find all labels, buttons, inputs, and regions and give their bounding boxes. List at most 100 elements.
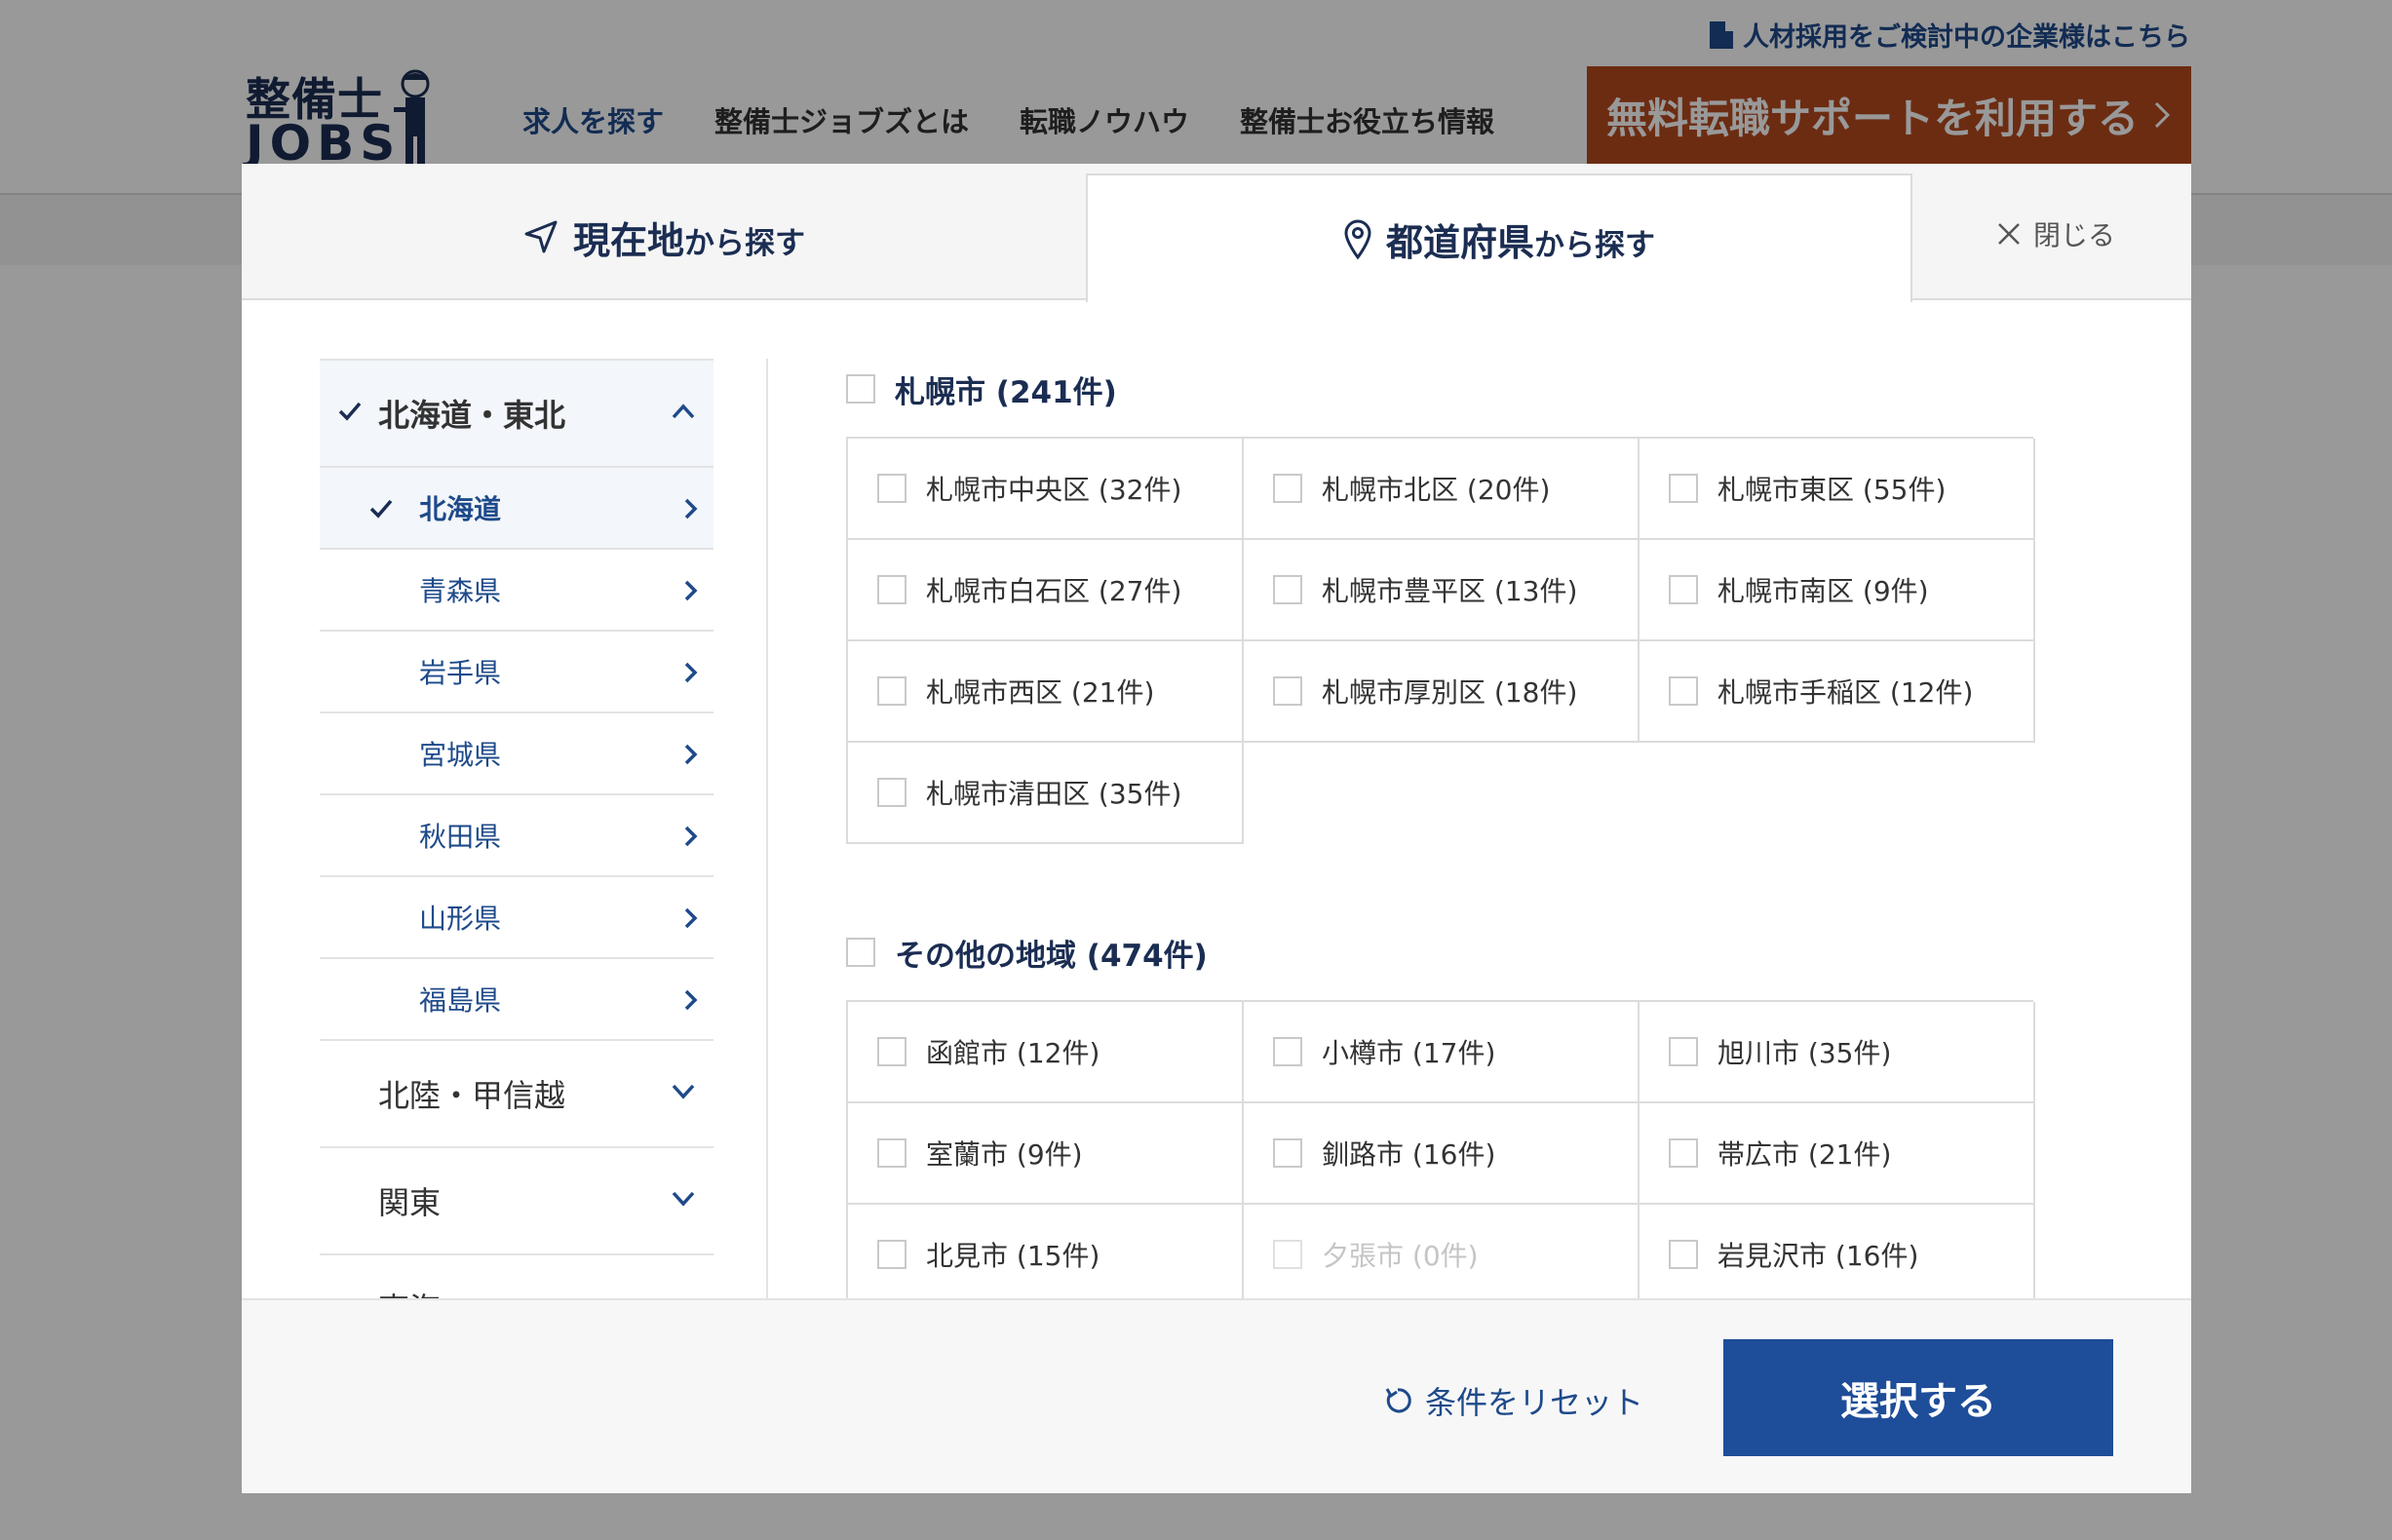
area-label: 札幌市白石区 (27件) — [926, 575, 1182, 607]
area-label: 室蘭市 (9件) — [926, 1138, 1083, 1171]
prefecture-label: 福島県 — [419, 984, 502, 1017]
prefecture-item-iwate[interactable]: 岩手県 — [320, 630, 714, 712]
select-submit-button[interactable]: 選択する — [1723, 1339, 2113, 1456]
area-label: 小樽市 (17件) — [1322, 1037, 1496, 1069]
area-checkbox[interactable] — [1669, 1138, 1698, 1168]
area-label: 札幌市手稲区 (12件) — [1717, 676, 1974, 709]
area-label: 北見市 (15件) — [926, 1240, 1100, 1272]
group-title: その他の地域 (474件) — [895, 938, 1208, 974]
area-checkbox[interactable] — [1669, 676, 1698, 706]
tab-prefecture[interactable]: 都道府県から探す — [1086, 173, 1912, 302]
empty-cell — [1640, 741, 2035, 842]
prefecture-label: 秋田県 — [419, 821, 502, 853]
group-title: 札幌市 (241件) — [895, 374, 1117, 410]
chevron-up-icon — [672, 404, 695, 419]
area-label: 旭川市 (35件) — [1717, 1037, 1892, 1069]
area-checkbox[interactable] — [877, 1240, 907, 1269]
prefecture-label: 岩手県 — [419, 657, 502, 689]
area-option[interactable]: 札幌市豊平区 (13件) — [1244, 540, 1640, 641]
area-checkbox[interactable] — [877, 575, 907, 604]
group-checkbox[interactable] — [846, 938, 875, 967]
area-checkbox[interactable] — [1669, 575, 1698, 604]
area-label: 札幌市中央区 (32件) — [926, 474, 1182, 506]
chevron-right-icon — [684, 580, 698, 601]
area-checkbox[interactable] — [1669, 474, 1698, 503]
other-area-grid: 函館市 (12件) 小樽市 (17件) 旭川市 (35件) 室蘭市 (9件) 釧… — [846, 1000, 2035, 1298]
check-icon — [369, 499, 393, 519]
area-option[interactable]: 札幌市南区 (9件) — [1640, 540, 2035, 641]
close-button[interactable]: 閉じる — [1996, 214, 2115, 253]
prefecture-item-hokkaido[interactable]: 北海道 — [320, 466, 714, 548]
area-label: 札幌市厚別区 (18件) — [1322, 676, 1578, 709]
column-divider — [766, 359, 768, 1298]
area-option[interactable]: 室蘭市 (9件) — [848, 1103, 1244, 1205]
navigation-arrow-icon — [524, 220, 558, 253]
area-checkbox[interactable] — [1273, 474, 1302, 503]
modal-footer: 条件をリセット 選択する — [242, 1298, 2191, 1493]
region-label: 関東 — [378, 1184, 442, 1221]
area-checkbox[interactable] — [1273, 1037, 1302, 1066]
area-checkbox[interactable] — [877, 1138, 907, 1168]
tab-pref-suffix: から探す — [1534, 227, 1655, 263]
area-option[interactable]: 札幌市西区 (21件) — [848, 641, 1244, 743]
prefecture-item-miyagi[interactable]: 宮城県 — [320, 712, 714, 793]
area-label: 札幌市豊平区 (13件) — [1322, 575, 1578, 607]
prefecture-item-fukushima[interactable]: 福島県 — [320, 957, 714, 1039]
group-sapporo-header[interactable]: 札幌市 (241件) — [846, 359, 2133, 419]
group-checkbox[interactable] — [846, 374, 875, 404]
region-label: 東海 — [378, 1285, 441, 1298]
tab-current-location[interactable]: 現在地から探す — [242, 173, 1086, 300]
area-checkbox[interactable] — [877, 778, 907, 807]
area-checkbox[interactable] — [1273, 1138, 1302, 1168]
area-option[interactable]: 札幌市清田区 (35件) — [848, 743, 1244, 844]
area-select-modal: 現在地から探す 都道府県から探す 閉じる 北海道・東北 北海道 青森県 岩手県 — [242, 164, 2191, 1493]
area-option[interactable]: 札幌市北区 (20件) — [1244, 439, 1640, 540]
area-option[interactable]: 釧路市 (16件) — [1244, 1103, 1640, 1205]
chevron-right-icon — [684, 662, 698, 683]
area-label: 函館市 (12件) — [926, 1037, 1100, 1069]
area-label: 札幌市南区 (9件) — [1717, 575, 1929, 607]
area-checkbox[interactable] — [1273, 575, 1302, 604]
area-option[interactable]: 函館市 (12件) — [848, 1002, 1244, 1103]
area-checkbox[interactable] — [877, 1037, 907, 1066]
region-tokai[interactable]: 東海 — [320, 1253, 714, 1298]
area-option[interactable]: 帯広市 (21件) — [1640, 1103, 2035, 1205]
area-option[interactable]: 北見市 (15件) — [848, 1205, 1244, 1298]
area-checkbox[interactable] — [1669, 1240, 1698, 1269]
area-label: 夕張市 (0件) — [1322, 1240, 1479, 1272]
area-checkbox[interactable] — [877, 474, 907, 503]
area-option[interactable]: 札幌市白石区 (27件) — [848, 540, 1244, 641]
prefecture-label: 宮城県 — [419, 739, 502, 771]
area-option[interactable]: 旭川市 (35件) — [1640, 1002, 2035, 1103]
prefecture-item-akita[interactable]: 秋田県 — [320, 793, 714, 875]
chevron-right-icon — [684, 744, 698, 765]
area-option[interactable]: 小樽市 (17件) — [1244, 1002, 1640, 1103]
area-checkbox[interactable] — [877, 676, 907, 706]
area-label: 札幌市北区 (20件) — [1322, 474, 1551, 506]
area-checkbox[interactable] — [1273, 676, 1302, 706]
area-option-disabled: 夕張市 (0件) — [1244, 1205, 1640, 1298]
prefecture-item-aomori[interactable]: 青森県 — [320, 548, 714, 630]
region-kanto[interactable]: 関東 — [320, 1146, 714, 1253]
area-option[interactable]: 札幌市厚別区 (18件) — [1244, 641, 1640, 743]
reset-label: 条件をリセット — [1425, 1384, 1644, 1421]
area-checkbox[interactable] — [1669, 1037, 1698, 1066]
region-list: 北海道・東北 北海道 青森県 岩手県 宮城県 秋田県 山形県 福島県 北陸・甲信… — [320, 359, 714, 1298]
prefecture-label: 北海道 — [419, 493, 502, 525]
tab-current-suffix: から探す — [684, 225, 805, 261]
group-other-header[interactable]: その他の地域 (474件) — [846, 922, 2133, 982]
region-hokuriku-koshinetsu[interactable]: 北陸・甲信越 — [320, 1039, 714, 1146]
reset-icon — [1385, 1388, 1411, 1413]
region-hokkaido-tohoku[interactable]: 北海道・東北 — [320, 359, 714, 466]
area-label: 帯広市 (21件) — [1717, 1138, 1892, 1171]
area-option[interactable]: 岩見沢市 (16件) — [1640, 1205, 2035, 1298]
prefecture-item-yamagata[interactable]: 山形県 — [320, 875, 714, 957]
area-option[interactable]: 札幌市東区 (55件) — [1640, 439, 2035, 540]
reset-button[interactable]: 条件をリセット — [1382, 1378, 1643, 1423]
check-icon — [338, 402, 362, 421]
chevron-down-icon — [672, 1084, 695, 1099]
region-label: 北海道・東北 — [378, 397, 566, 434]
chevron-down-icon — [672, 1191, 695, 1207]
area-option[interactable]: 札幌市手稲区 (12件) — [1640, 641, 2035, 743]
area-option[interactable]: 札幌市中央区 (32件) — [848, 439, 1244, 540]
